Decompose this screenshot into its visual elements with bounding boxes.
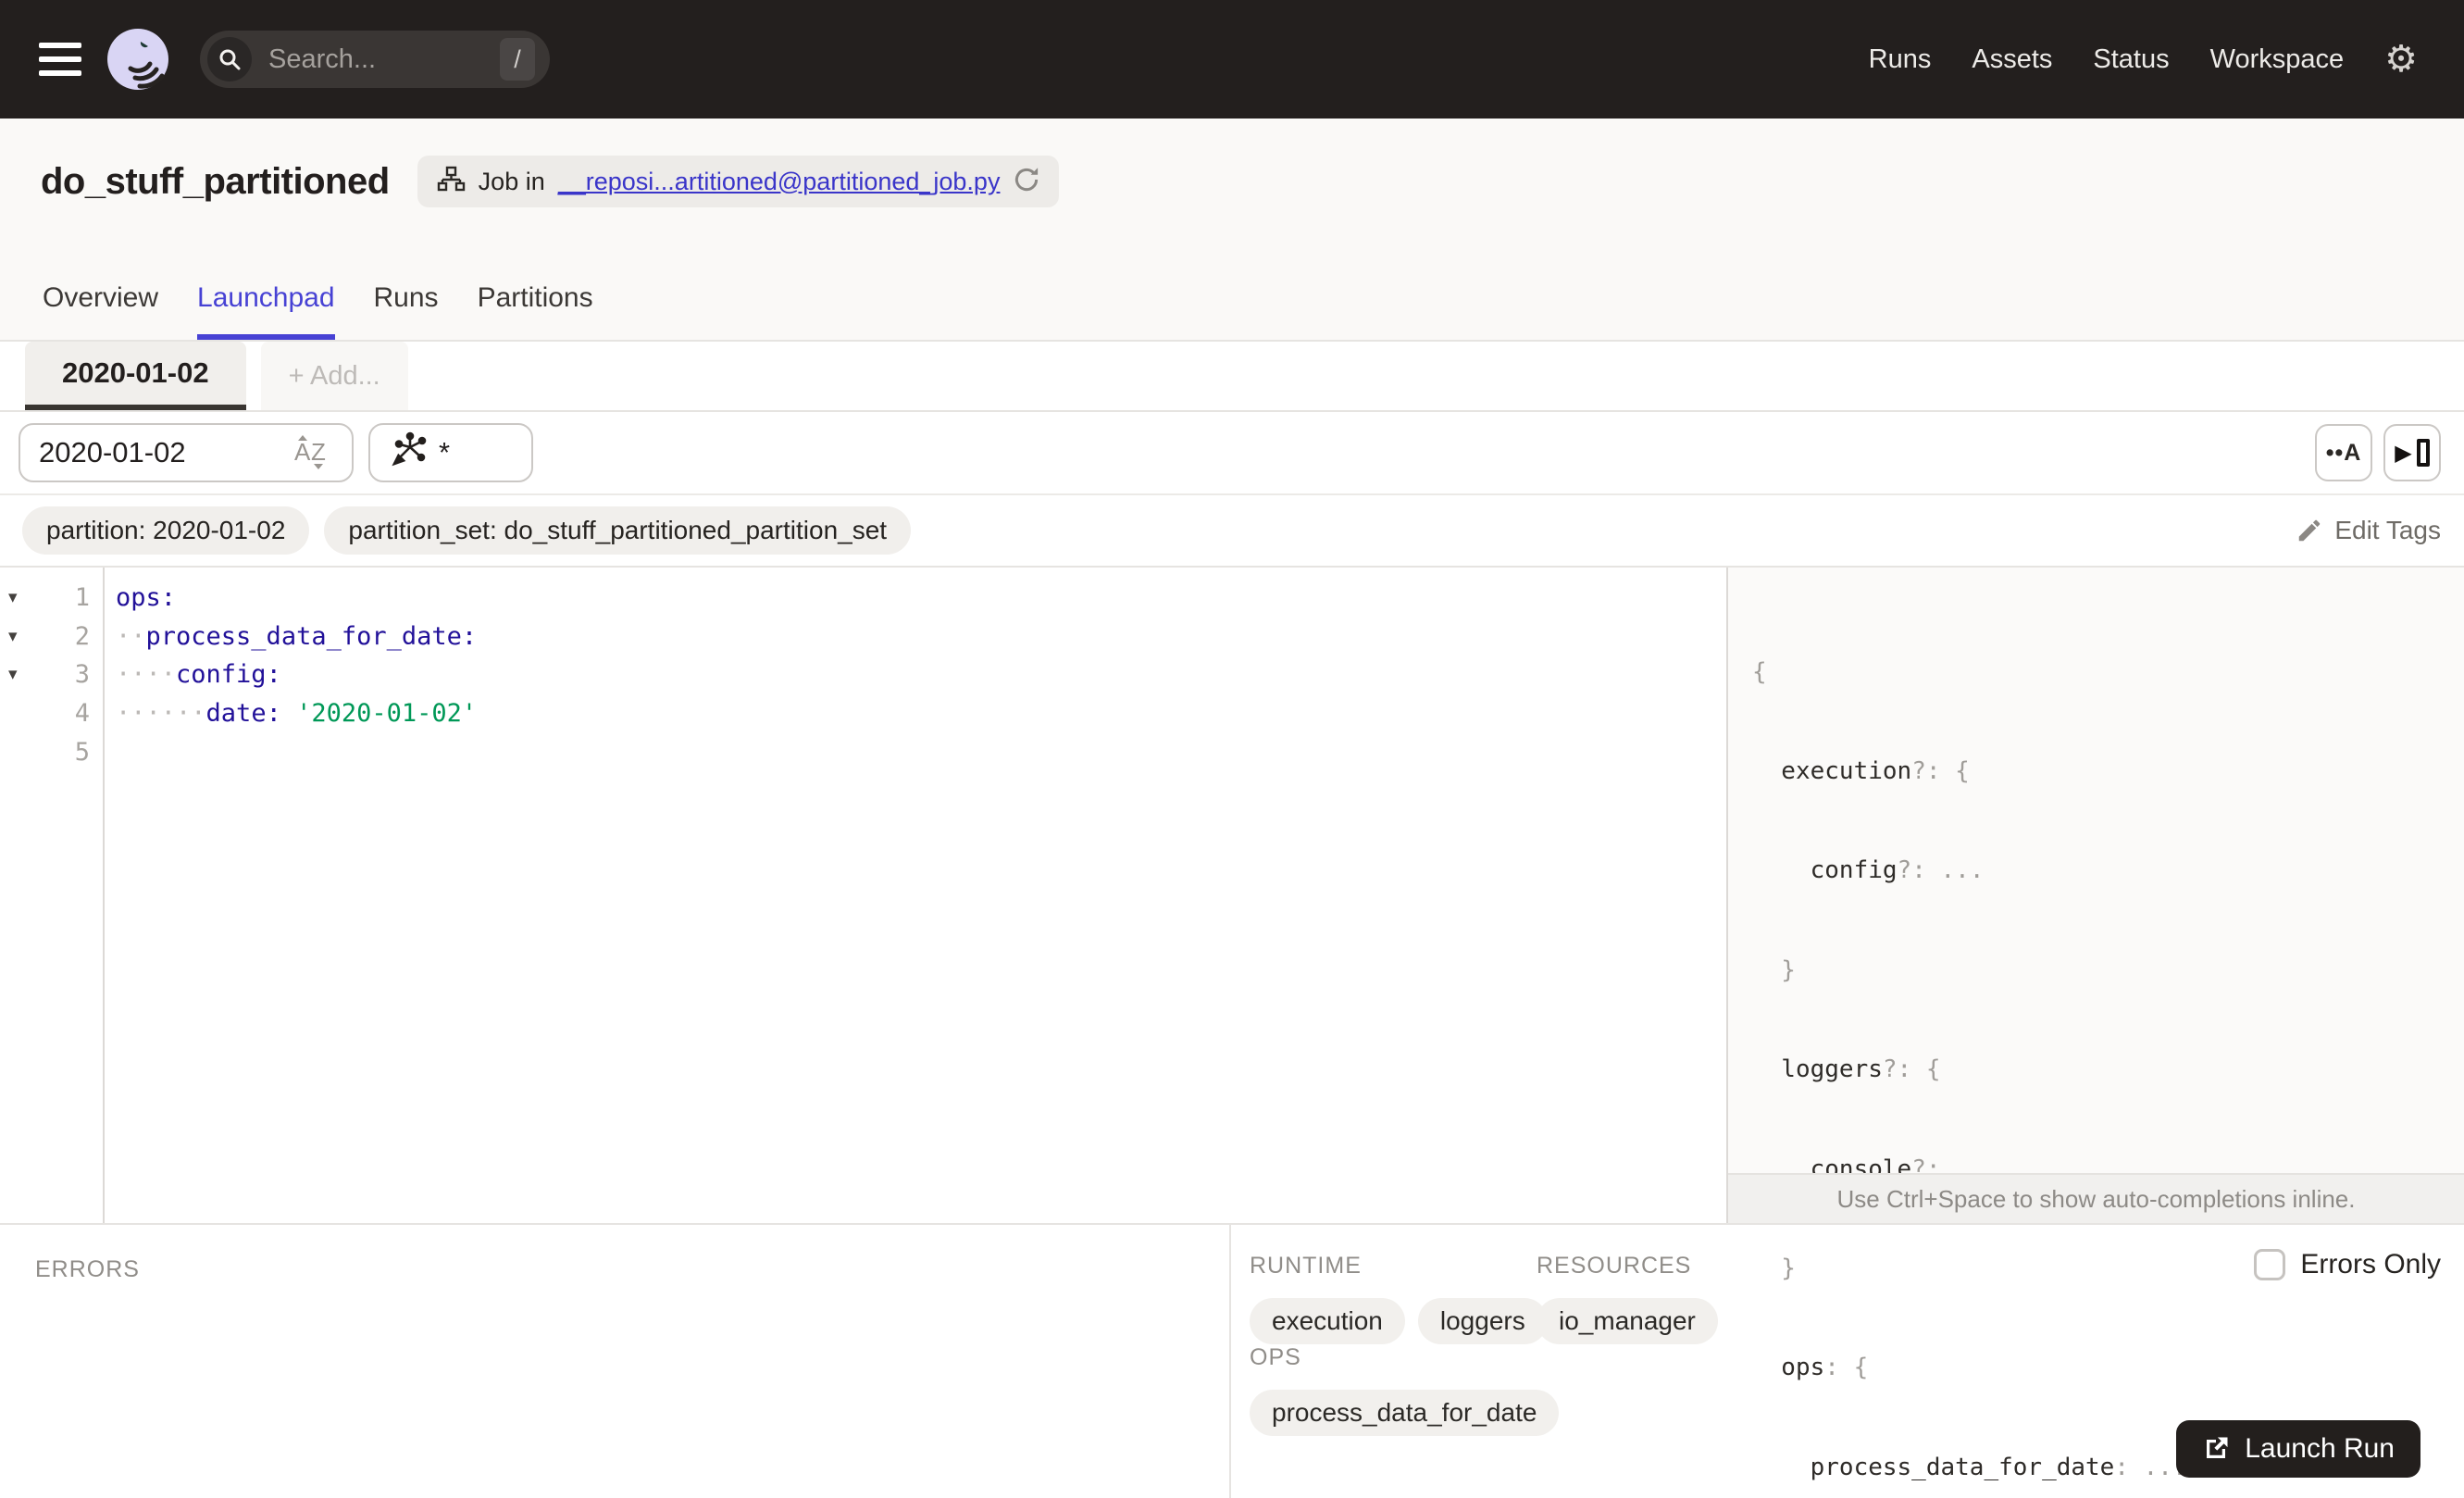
nav-runs[interactable]: Runs	[1869, 44, 1932, 75]
split-view-rect	[2416, 439, 2430, 467]
svg-text:A: A	[294, 438, 311, 466]
pencil-icon	[2299, 519, 2321, 542]
config-schema-panel: { execution?: { config?: ... } loggers?:…	[1726, 568, 2464, 1481]
launch-run-button[interactable]: Launch Run	[2176, 1420, 2420, 1478]
code-line: ······ date: '2020-01-02'	[116, 699, 478, 729]
tab-launchpad[interactable]: Launchpad	[197, 282, 335, 340]
bottom-panel: ERRORS RUNTIME execution loggers RESOURC…	[0, 1223, 2464, 1498]
search-input[interactable]: Search... /	[200, 31, 550, 88]
toggle-whitespace-button[interactable]: ••A	[2315, 424, 2372, 481]
job-repo-link[interactable]: __reposi...artitioned@partitioned_job.py	[558, 168, 1001, 196]
errors-only-toggle[interactable]: Errors Only	[2254, 1249, 2441, 1280]
op-subset-select[interactable]: *	[368, 423, 533, 482]
resources-label: RESOURCES	[1537, 1253, 1692, 1279]
job-badge-prefix: Job in	[478, 167, 545, 195]
errors-label: ERRORS	[35, 1256, 140, 1282]
svg-text:Z: Z	[311, 438, 326, 466]
autocomplete-hint: Use Ctrl+Space to show auto-completions …	[1728, 1173, 2464, 1223]
line-number: 5	[74, 737, 90, 767]
top-nav-links: Runs Assets Status Workspace ⚙	[1869, 41, 2464, 78]
chip-execution[interactable]: execution	[1250, 1298, 1405, 1344]
code-line: ···· config:	[116, 660, 281, 690]
launchpad-main: ▾ 1 ▾ 2 ▾ 3 4 5 ops: ·· process_data_for_dat…	[0, 568, 2464, 1481]
settings-gear-icon[interactable]: ⚙	[2384, 41, 2418, 78]
errors-only-label: Errors Only	[2300, 1249, 2441, 1280]
reload-icon[interactable]	[1013, 166, 1040, 198]
open-in-new-icon	[2207, 1437, 2228, 1458]
op-select-value: *	[439, 436, 451, 468]
editor-gutter: ▾ 1 ▾ 2 ▾ 3 4 5	[0, 568, 105, 1223]
errors-panel: ERRORS	[0, 1225, 1231, 1498]
fold-arrow-icon[interactable]: ▾	[0, 664, 31, 685]
job-location-badge: Job in __reposi...artitioned@partitioned…	[417, 156, 1060, 207]
job-header: do_stuff_partitioned Job in __reposi...a…	[0, 119, 2464, 342]
runtime-group: RUNTIME execution loggers	[1250, 1253, 1548, 1344]
fold-arrow-icon[interactable]: ▾	[0, 626, 31, 647]
tab-runs[interactable]: Runs	[374, 282, 439, 340]
config-editor[interactable]: ▾ 1 ▾ 2 ▾ 3 4 5 ops: ·· process_data_for_dat…	[0, 568, 1726, 1223]
tag-partition-set: partition_set: do_stuff_partitioned_part…	[324, 506, 912, 555]
chip-process-data-for-date[interactable]: process_data_for_date	[1250, 1390, 1560, 1436]
tab-overview[interactable]: Overview	[43, 282, 158, 340]
tags-row: partition: 2020-01-02 partition_set: do_…	[0, 495, 2464, 568]
resources-group: RESOURCES io_manager	[1537, 1253, 1718, 1344]
hamburger-menu-icon[interactable]	[39, 43, 81, 76]
editor-view-buttons: ••A ▶	[2315, 424, 2441, 481]
partition-select-value: 2020-01-02	[39, 436, 186, 468]
errors-only-checkbox[interactable]	[2254, 1249, 2286, 1280]
code-line: ·· process_data_for_date:	[116, 621, 478, 651]
search-shortcut-badge: /	[500, 38, 535, 81]
top-navigation-bar: Search... / Runs Assets Status Workspace…	[0, 0, 2464, 119]
sort-az-icon: A Z	[291, 430, 333, 477]
tab-partitions[interactable]: Partitions	[478, 282, 593, 340]
add-config-tab-button[interactable]: + Add...	[260, 342, 408, 410]
runtime-label: RUNTIME	[1250, 1253, 1362, 1279]
code-line: ops:	[116, 583, 177, 613]
search-placeholder: Search...	[268, 44, 377, 74]
job-tabs: Overview Launchpad Runs Partitions	[43, 282, 593, 340]
config-tab-partition[interactable]: 2020-01-02	[25, 342, 246, 410]
nav-workspace[interactable]: Workspace	[2210, 44, 2345, 75]
fold-arrow-icon[interactable]: ▾	[0, 587, 31, 608]
config-summary-panel: RUNTIME execution loggers RESOURCES io_m…	[1231, 1225, 2464, 1498]
partition-select[interactable]: 2020-01-02 A Z	[19, 423, 354, 482]
line-number: 1	[74, 583, 90, 613]
line-number: 4	[74, 699, 90, 729]
chip-io-manager[interactable]: io_manager	[1537, 1298, 1718, 1344]
line-number: 3	[74, 660, 90, 690]
toggle-split-view-button[interactable]: ▶	[2383, 424, 2441, 481]
whitespace-icon: ••A	[2325, 439, 2362, 466]
editor-code-area[interactable]: ops: ·· process_data_for_date: ···· config…	[105, 579, 1726, 771]
edit-tags-button[interactable]: Edit Tags	[2296, 516, 2441, 545]
job-graph-icon	[436, 165, 466, 199]
op-graph-icon	[389, 431, 428, 475]
dagster-launchpad-page: Search... / Runs Assets Status Workspace…	[0, 0, 2464, 1498]
line-number: 2	[74, 621, 90, 651]
config-tabs-row: 2020-01-02 + Add...	[0, 342, 2464, 412]
launch-run-label: Launch Run	[2245, 1433, 2395, 1464]
page-title: do_stuff_partitioned	[41, 160, 390, 202]
nav-assets[interactable]: Assets	[1972, 44, 2052, 75]
edit-tags-label: Edit Tags	[2334, 516, 2441, 544]
selector-row: 2020-01-02 A Z * ••A ▶	[0, 412, 2464, 495]
nav-status[interactable]: Status	[2093, 44, 2169, 75]
dagster-logo-icon[interactable]	[107, 29, 168, 90]
search-icon	[207, 37, 252, 81]
tag-partition: partition: 2020-01-02	[22, 506, 310, 555]
chip-loggers[interactable]: loggers	[1417, 1298, 1548, 1344]
split-view-icon: ▶	[2395, 440, 2412, 466]
ops-label: OPS	[1250, 1344, 1301, 1370]
